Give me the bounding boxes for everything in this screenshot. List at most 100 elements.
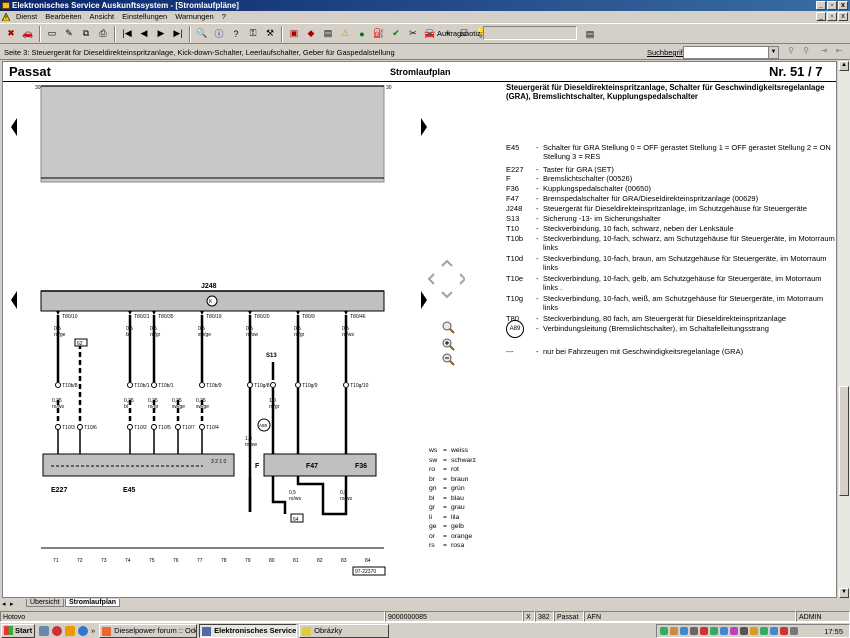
- scroll-down-icon[interactable]: ▼: [839, 588, 849, 598]
- tray-icon[interactable]: [690, 627, 698, 635]
- tray-icon[interactable]: [720, 627, 728, 635]
- warning-icon: [2, 12, 10, 21]
- diagram-icon[interactable]: ◆: [303, 26, 319, 42]
- tray-icon[interactable]: [660, 627, 668, 635]
- tray-icon[interactable]: [750, 627, 758, 635]
- tray-icon[interactable]: [770, 627, 778, 635]
- pan-up-icon[interactable]: [441, 259, 453, 267]
- tray-icon[interactable]: [730, 627, 738, 635]
- scroll-up-icon[interactable]: ▲: [839, 61, 849, 71]
- doc-restore-button[interactable]: ▫: [827, 12, 837, 21]
- quicklaunch-more-icon[interactable]: »: [91, 626, 95, 636]
- module-icon[interactable]: ▤: [320, 26, 336, 42]
- car2-icon[interactable]: 🚘: [422, 26, 438, 42]
- car-icon[interactable]: 🚗: [20, 26, 36, 42]
- copy-icon[interactable]: ⧉: [78, 26, 94, 42]
- prev-arrow-icon: [11, 118, 17, 136]
- tab-scroll-right-icon[interactable]: ▸: [10, 600, 14, 608]
- zoom-fit-icon[interactable]: [442, 321, 455, 334]
- checklist-icon[interactable]: ✔: [388, 26, 404, 42]
- auftrag-input[interactable]: [483, 26, 577, 40]
- tab-stromlaufplan[interactable]: Stromlaufplan: [65, 599, 121, 607]
- menu-dienst[interactable]: Dienst: [12, 11, 41, 22]
- tool-icon[interactable]: ✂: [405, 26, 421, 42]
- menu-einstellungen[interactable]: Einstellungen: [118, 11, 171, 22]
- notepad-icon[interactable]: ▤: [582, 26, 598, 42]
- doc-close-button[interactable]: x: [838, 12, 848, 21]
- pin-label: T80/35: [158, 314, 174, 320]
- search-prev-icon[interactable]: ⇤: [832, 46, 846, 59]
- menubar: Dienst Bearbeiten Ansicht Einstellungen …: [0, 11, 850, 22]
- column-number: 82: [317, 558, 323, 564]
- vertical-scrollbar[interactable]: ▲ ▼: [838, 61, 850, 598]
- disc-icon[interactable]: ●: [354, 26, 370, 42]
- new-doc-icon[interactable]: ▭: [44, 26, 60, 42]
- wire-color: ro/gr: [269, 404, 280, 410]
- prev-page-icon[interactable]: ◀: [136, 26, 152, 42]
- minimize-button[interactable]: _: [816, 1, 826, 10]
- switch-positions: 3 2 1 0: [211, 459, 227, 465]
- legend-dash: -: [536, 143, 539, 152]
- first-page-icon[interactable]: |◀: [119, 26, 135, 42]
- start-button[interactable]: Start: [1, 623, 35, 638]
- tab-uebersicht[interactable]: Übersicht: [26, 599, 64, 607]
- system-tray: 17:55: [656, 624, 850, 638]
- menu-bearbeiten[interactable]: Bearbeiten: [41, 11, 85, 22]
- edit-icon[interactable]: ✎: [61, 26, 77, 42]
- tray-icon[interactable]: [680, 627, 688, 635]
- tray-icon[interactable]: [710, 627, 718, 635]
- tray-icon[interactable]: [670, 627, 678, 635]
- task-obrazky[interactable]: Obrázky: [299, 623, 390, 638]
- tray-icon[interactable]: [790, 627, 798, 635]
- zoom-out-icon[interactable]: [442, 353, 455, 366]
- legend-dash: -: [536, 324, 539, 333]
- tools-icon[interactable]: ✖: [3, 26, 19, 42]
- connector-label: T10/3: [62, 425, 75, 431]
- zoom-in-icon[interactable]: [442, 338, 455, 351]
- wrench-icon[interactable]: ⚒: [262, 26, 278, 42]
- opera-icon: [102, 626, 112, 636]
- menu-warnungen[interactable]: Warnungen: [171, 11, 218, 22]
- quicklaunch-icon[interactable]: [52, 625, 62, 636]
- maximize-button[interactable]: ▫: [827, 1, 837, 10]
- caution-icon[interactable]: ⚠: [337, 26, 353, 42]
- pan-down-icon[interactable]: [441, 291, 453, 299]
- wire-color: ro/ws: [340, 496, 352, 502]
- key-icon[interactable]: ⚿: [245, 26, 261, 42]
- scroll-thumb[interactable]: [839, 386, 849, 496]
- quicklaunch-icon[interactable]: [65, 625, 75, 636]
- menu-help[interactable]: ?: [218, 11, 230, 22]
- task-forum[interactable]: Dieselpower forum :: Ode...: [99, 623, 198, 638]
- search-options-icon[interactable]: ⚲: [799, 46, 813, 59]
- help-icon[interactable]: ?: [228, 26, 244, 42]
- pan-right-icon[interactable]: [459, 273, 465, 285]
- last-page-icon[interactable]: ▶|: [170, 26, 186, 42]
- task-elsa[interactable]: Elektronisches Service...: [199, 623, 298, 638]
- bus-ref-30: 30: [35, 85, 41, 91]
- menu-ansicht[interactable]: Ansicht: [86, 11, 119, 22]
- legend-title: Steuergerät für Dieseldirekteinspritzanl…: [506, 83, 825, 101]
- book-icon[interactable]: ▣: [286, 26, 302, 42]
- pan-left-icon[interactable]: [427, 273, 435, 285]
- tab-scroll-left-icon[interactable]: ◂: [2, 600, 6, 608]
- search-next-icon[interactable]: ⇥: [817, 46, 831, 59]
- doc-minimize-button[interactable]: _: [816, 12, 826, 21]
- quicklaunch-icon[interactable]: [78, 625, 88, 636]
- tray-icon[interactable]: [700, 627, 708, 635]
- info-icon[interactable]: ⓘ: [211, 26, 227, 42]
- search-combobox[interactable]: ▼: [683, 46, 779, 59]
- search-icon[interactable]: 🔍: [194, 26, 210, 42]
- color-code-list: ws = weiss sw = schwarz ro = rot br = braun gn = grün b…: [429, 446, 489, 551]
- search-find-icon[interactable]: ⚲: [784, 46, 798, 59]
- wire-color: ro/ge: [54, 332, 66, 338]
- fuel-icon[interactable]: ⛽: [371, 26, 387, 42]
- tray-icon[interactable]: [780, 627, 788, 635]
- next-page-icon[interactable]: ▶: [153, 26, 169, 42]
- quicklaunch-icon[interactable]: [39, 625, 49, 636]
- close-button[interactable]: x: [838, 1, 848, 10]
- tray-icon[interactable]: [740, 627, 748, 635]
- wire-color: ro/sw: [246, 332, 258, 338]
- dropdown-arrow-icon[interactable]: ▼: [768, 47, 778, 58]
- print-icon[interactable]: ⎙: [95, 26, 111, 42]
- tray-icon[interactable]: [760, 627, 768, 635]
